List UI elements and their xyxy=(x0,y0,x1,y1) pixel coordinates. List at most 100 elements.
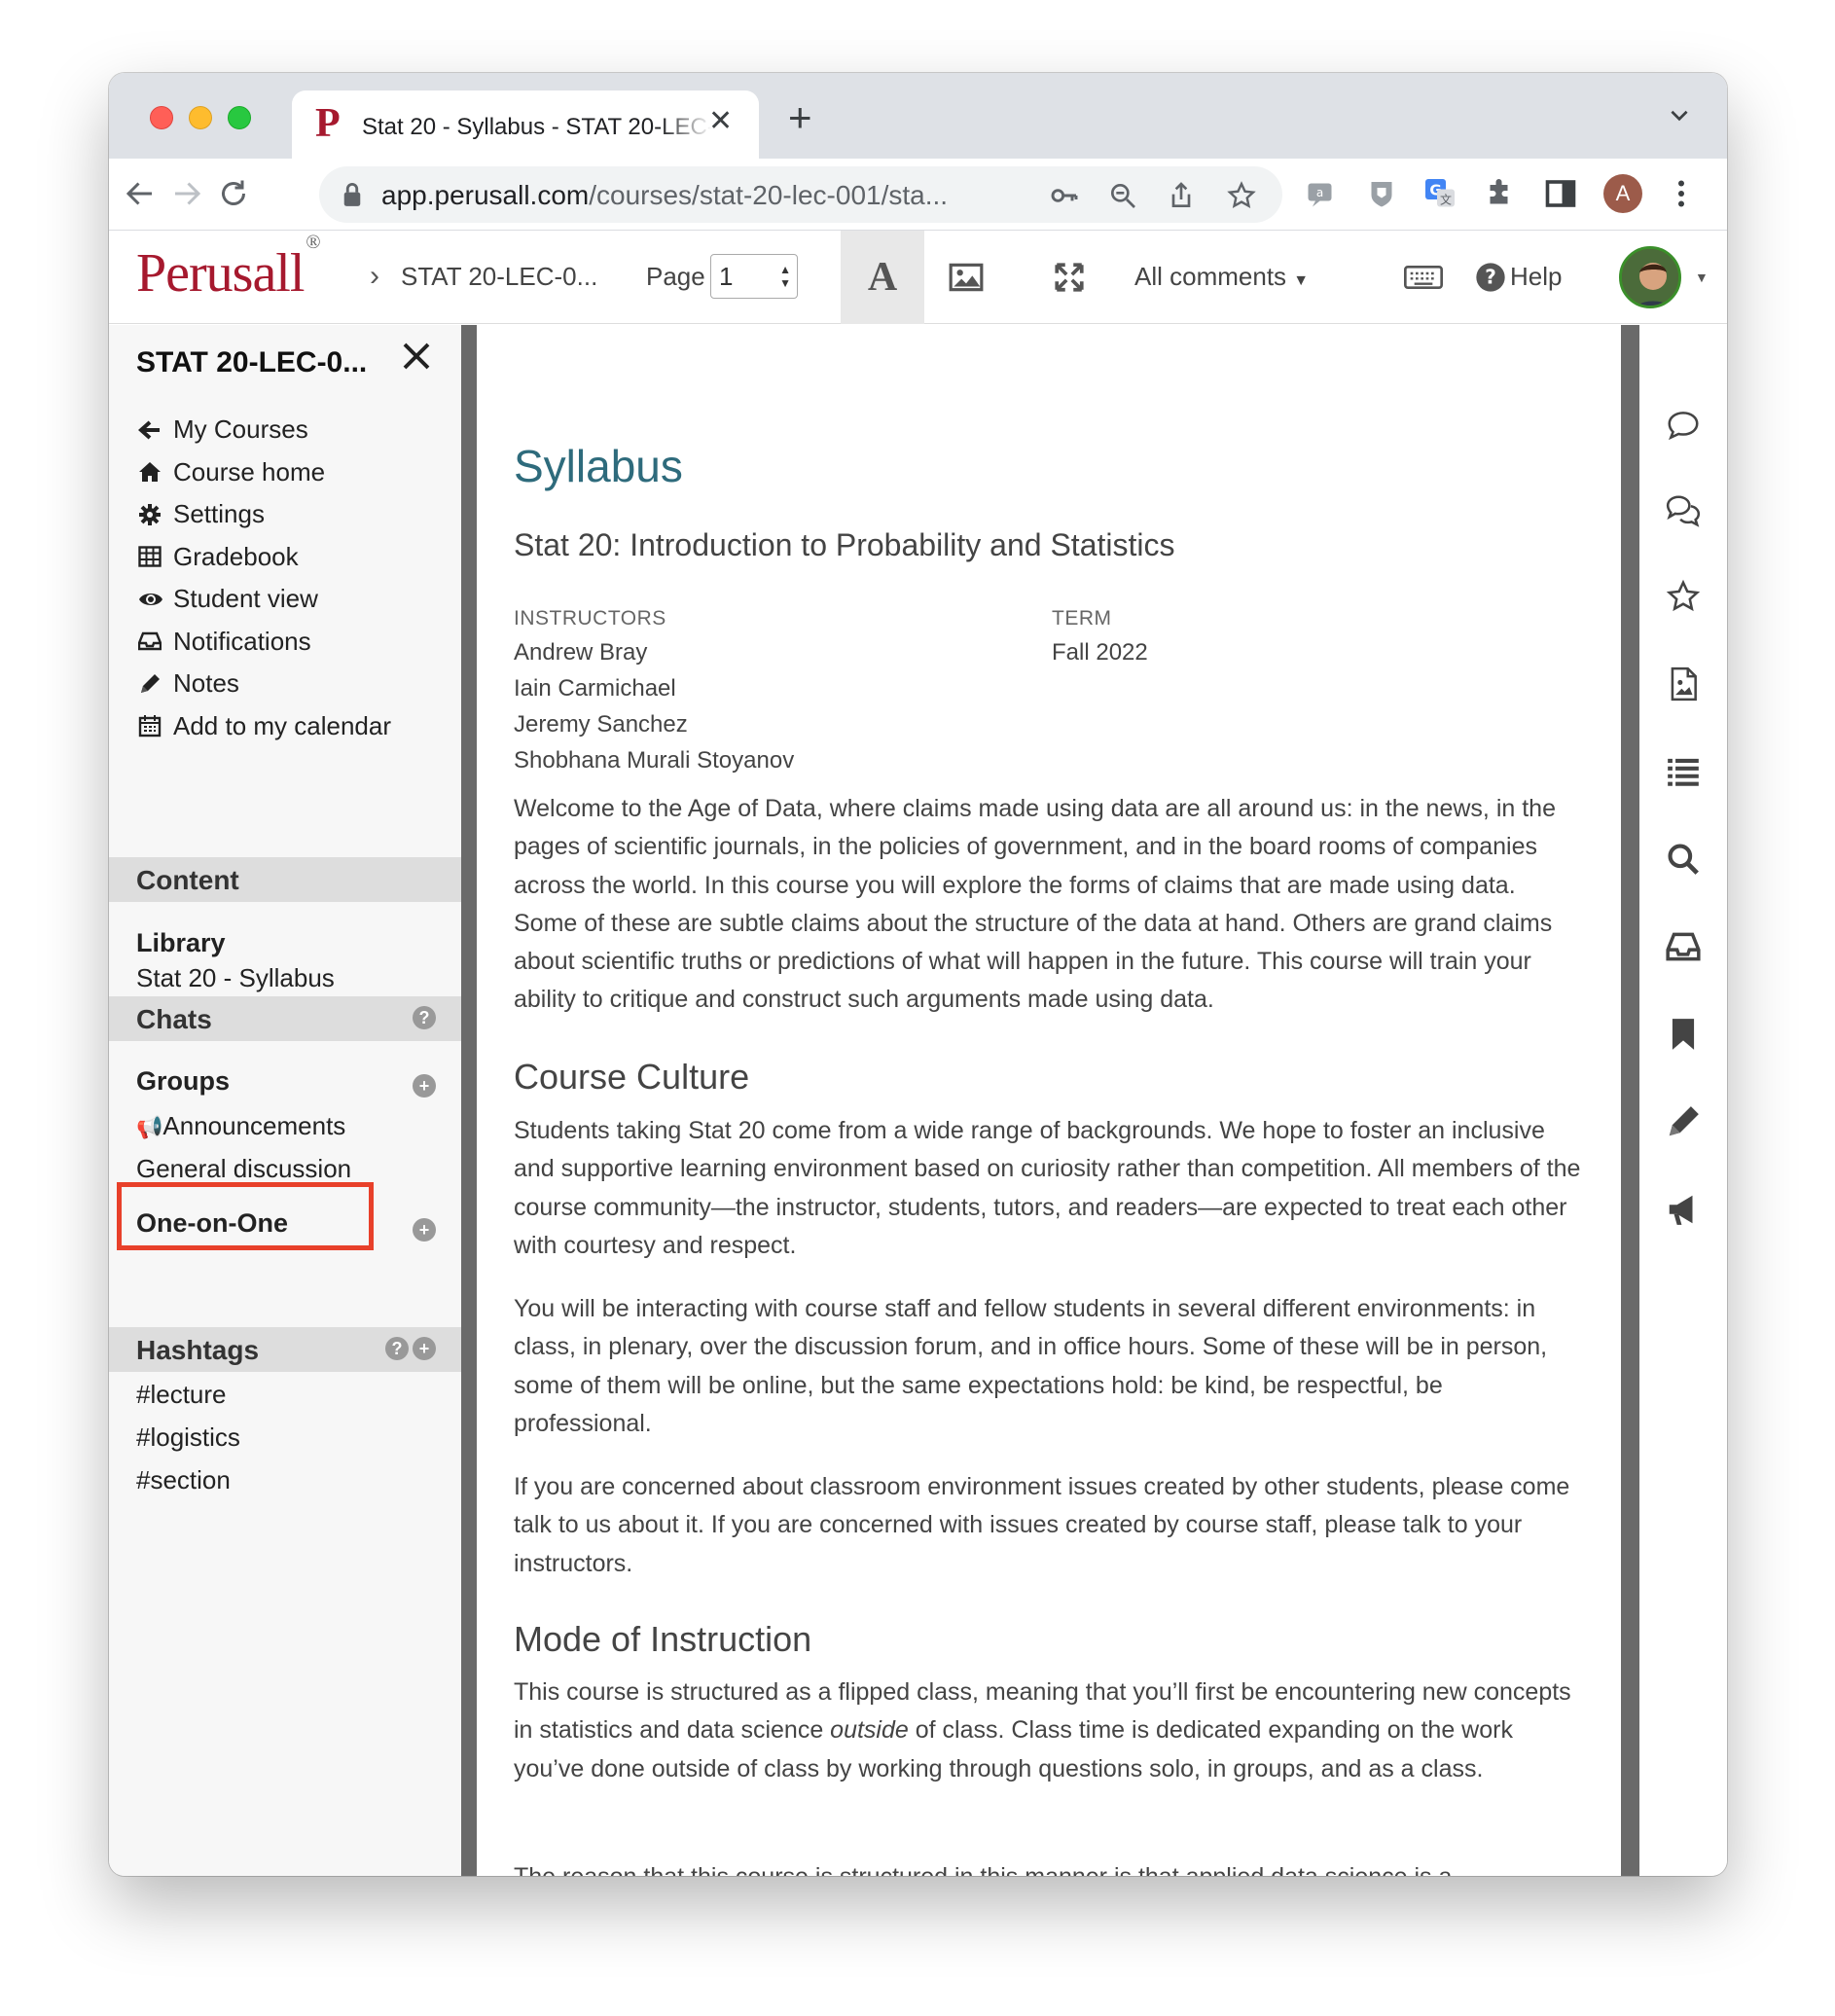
add-one-on-one-icon[interactable]: + xyxy=(413,1218,436,1242)
avatar-caret-icon[interactable]: ▼ xyxy=(1695,270,1709,285)
list-icon[interactable] xyxy=(1665,753,1702,790)
browser-window: P Stat 20 - Syllabus - STAT 20-LEC-001 ✕… xyxy=(109,73,1727,1876)
perusall-logo[interactable]: Perusall® xyxy=(136,232,321,305)
side-panel-icon[interactable] xyxy=(1543,176,1578,211)
document-page[interactable]: Syllabus Stat 20: Introduction to Probab… xyxy=(477,325,1621,1876)
mode-of-instruction-heading: Mode of Instruction xyxy=(514,1619,812,1659)
font-a-icon: A xyxy=(867,255,898,300)
extension-chat-icon[interactable]: a xyxy=(1304,176,1339,211)
page-number-input[interactable]: 1 ▲ ▼ xyxy=(710,254,798,299)
perusall-favicon-icon: P xyxy=(315,101,341,146)
instructors-label: INSTRUCTORS xyxy=(514,607,666,630)
calendar-icon xyxy=(138,715,162,738)
star-icon[interactable] xyxy=(1665,578,1702,615)
lock-icon[interactable] xyxy=(341,182,364,207)
chats-help-icon[interactable]: ? xyxy=(413,1006,436,1029)
term-label: TERM xyxy=(1052,607,1112,630)
chrome-profile-avatar[interactable]: A xyxy=(1603,174,1642,213)
library-item-syllabus[interactable]: Stat 20 - Syllabus xyxy=(136,963,335,993)
url-text[interactable]: app.perusall.com/courses/stat-20-lec-001… xyxy=(381,180,948,211)
caret-down-icon: ▼ xyxy=(1293,272,1310,289)
image-file-icon[interactable] xyxy=(1665,666,1702,702)
course-sidebar: STAT 20-LEC-0... My Courses Course home … xyxy=(109,325,461,1876)
right-tool-rail xyxy=(1639,325,1727,1876)
minimize-window-button[interactable] xyxy=(189,106,212,129)
nav-settings[interactable]: Settings xyxy=(138,493,391,536)
key-icon[interactable] xyxy=(1049,180,1080,211)
library-label: Library xyxy=(136,928,226,957)
extensions-puzzle-icon[interactable] xyxy=(1483,176,1518,211)
fullscreen-button[interactable] xyxy=(1027,231,1111,324)
image-view-button[interactable] xyxy=(924,231,1008,324)
tab-bar: P Stat 20 - Syllabus - STAT 20-LEC-001 ✕… xyxy=(109,73,1727,159)
text-view-button[interactable]: A xyxy=(841,231,924,324)
bookmark-icon[interactable] xyxy=(1665,1016,1702,1053)
browser-tab[interactable]: P Stat 20 - Syllabus - STAT 20-LEC-001 ✕ xyxy=(292,90,759,159)
bullhorn-icon[interactable] xyxy=(1665,1191,1702,1228)
nav-course-home[interactable]: Course home xyxy=(138,451,391,494)
term-value: Fall 2022 xyxy=(1052,639,1148,666)
new-tab-button[interactable]: + xyxy=(788,94,812,141)
zoom-out-icon[interactable] xyxy=(1107,180,1138,211)
google-translate-icon[interactable]: G文 xyxy=(1422,176,1457,211)
comments-icon[interactable] xyxy=(1665,492,1702,529)
pencil-icon[interactable] xyxy=(1665,1103,1702,1140)
forward-arrow-icon[interactable] xyxy=(169,176,204,211)
gear-icon xyxy=(139,503,161,525)
tab-search-chevron-icon[interactable] xyxy=(1667,102,1692,127)
nav-add-to-calendar[interactable]: Add to my calendar xyxy=(138,705,391,748)
group-announcements[interactable]: 📢Announcements xyxy=(136,1111,345,1141)
pencil-icon xyxy=(141,673,160,693)
eye-icon xyxy=(139,593,162,605)
page-label: Page xyxy=(646,262,705,291)
nav-student-view[interactable]: Student view xyxy=(138,578,391,621)
hashtag-lecture[interactable]: #lecture xyxy=(136,1380,227,1410)
help-button[interactable]: Help xyxy=(1510,262,1562,292)
chevron-right-icon: › xyxy=(370,260,379,292)
breadcrumb[interactable]: STAT 20-LEC-0... xyxy=(401,262,597,292)
instructors-list: Andrew Bray Iain Carmichael Jeremy Sanch… xyxy=(514,639,795,774)
close-tab-icon[interactable]: ✕ xyxy=(708,104,733,138)
user-avatar[interactable] xyxy=(1619,246,1681,308)
url-omnibox[interactable]: app.perusall.com/courses/stat-20-lec-001… xyxy=(319,166,1282,223)
comment-icon[interactable] xyxy=(1665,407,1702,444)
chrome-menu-icon[interactable] xyxy=(1664,176,1699,211)
search-icon[interactable] xyxy=(1665,841,1702,878)
course-culture-heading: Course Culture xyxy=(514,1057,750,1097)
hashtags-help-icon[interactable]: ? xyxy=(385,1337,409,1360)
document-subtitle: Stat 20: Introduction to Probability and… xyxy=(514,527,1175,562)
help-circle-icon[interactable]: ? xyxy=(1475,262,1506,293)
nav-my-courses[interactable]: My Courses xyxy=(138,409,391,451)
mode-paragraph-1: This course is structured as a flipped c… xyxy=(514,1678,1571,1782)
add-group-icon[interactable]: + xyxy=(413,1074,436,1098)
reload-icon[interactable] xyxy=(216,176,251,211)
expand-arrows-icon xyxy=(1055,263,1084,292)
share-icon[interactable] xyxy=(1166,180,1197,211)
groups-label: Groups xyxy=(136,1066,231,1096)
close-sidebar-icon[interactable] xyxy=(399,339,434,374)
table-icon xyxy=(138,546,162,567)
svg-text:?: ? xyxy=(1485,266,1496,289)
inbox-icon[interactable] xyxy=(1665,928,1702,965)
image-icon xyxy=(949,263,984,292)
star-bookmark-icon[interactable] xyxy=(1226,180,1257,211)
hashtag-logistics[interactable]: #logistics xyxy=(136,1422,240,1453)
document-title: Syllabus xyxy=(514,441,683,491)
course-nav: My Courses Course home Settings Gradeboo… xyxy=(138,409,391,747)
address-bar: app.perusall.com/courses/stat-20-lec-001… xyxy=(109,159,1727,231)
extension-shield-icon[interactable] xyxy=(1364,176,1399,211)
close-window-button[interactable] xyxy=(150,106,173,129)
nav-notifications[interactable]: Notifications xyxy=(138,621,391,664)
culture-paragraph-1: Students taking Stat 20 come from a wide… xyxy=(514,1117,1581,1259)
hashtag-section[interactable]: #section xyxy=(136,1465,231,1495)
page-stepper-icon[interactable]: ▲ ▼ xyxy=(779,263,791,290)
content-section-header: Content xyxy=(109,857,461,902)
nav-gradebook[interactable]: Gradebook xyxy=(138,536,391,579)
keyboard-button[interactable] xyxy=(1389,231,1457,324)
all-comments-dropdown[interactable]: All comments ▼ xyxy=(1134,262,1309,292)
zoom-window-button[interactable] xyxy=(228,106,251,129)
nav-notes[interactable]: Notes xyxy=(138,663,391,705)
group-general-discussion[interactable]: General discussion xyxy=(136,1154,351,1184)
back-arrow-icon[interactable] xyxy=(123,176,158,211)
add-hashtag-icon[interactable]: + xyxy=(413,1337,436,1360)
